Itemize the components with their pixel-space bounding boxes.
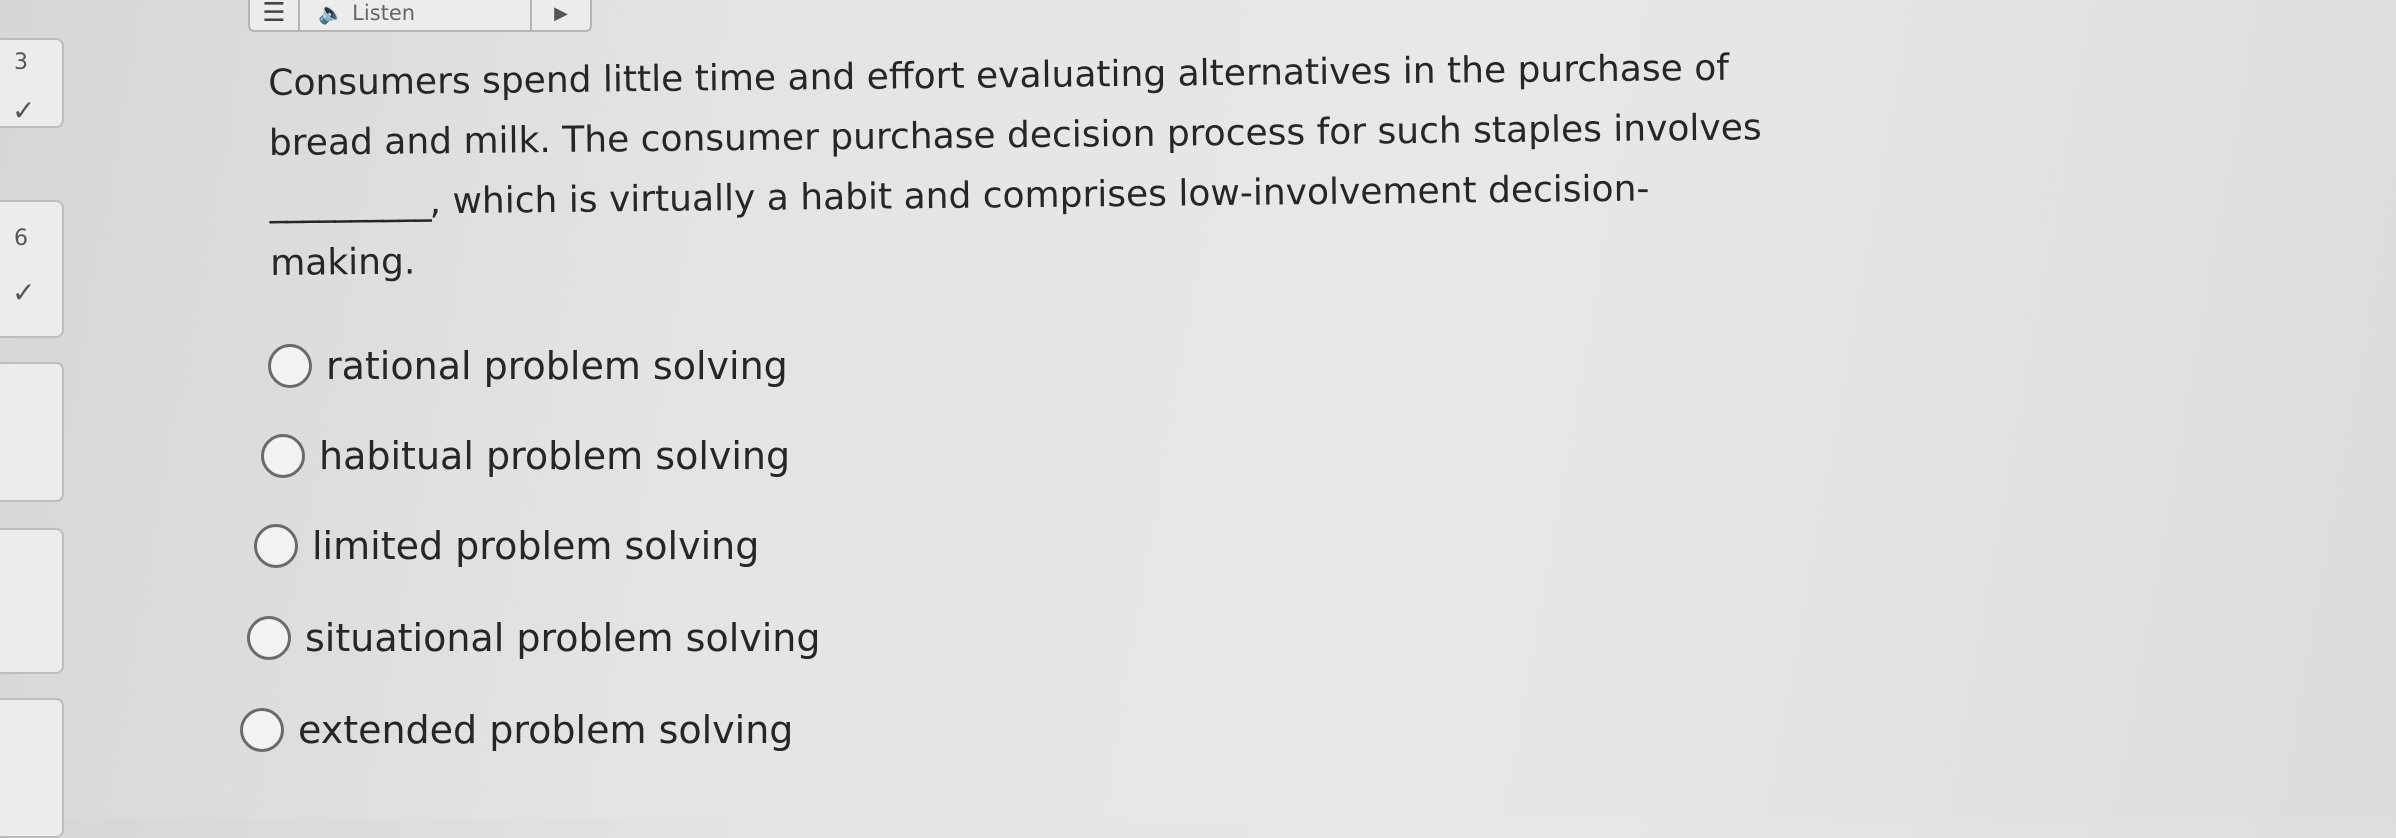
nav-item-question[interactable]: [0, 698, 64, 838]
nav-item-question[interactable]: [0, 528, 64, 674]
radio-button[interactable]: [254, 524, 298, 568]
radio-button[interactable]: [268, 344, 312, 388]
option-label: situational problem solving: [305, 616, 821, 660]
option-limited-problem-solving[interactable]: limited problem solving: [254, 524, 759, 568]
option-label: rational problem solving: [326, 344, 788, 388]
checkmark-icon: ✓: [12, 94, 36, 127]
nav-item-question[interactable]: [0, 362, 64, 502]
reader-toolbar: ☰ 🔈 Listen ▶: [248, 0, 592, 32]
radio-button[interactable]: [240, 708, 284, 752]
option-label: limited problem solving: [312, 524, 760, 568]
option-extended-problem-solving[interactable]: extended problem solving: [240, 708, 793, 752]
radio-button[interactable]: [247, 616, 291, 660]
option-label: habitual problem solving: [319, 434, 791, 478]
option-rational-problem-solving[interactable]: rational problem solving: [268, 344, 788, 388]
hamburger-icon[interactable]: ☰: [250, 0, 300, 30]
nav-item-question-6[interactable]: 6 ✓: [0, 200, 64, 338]
option-situational-problem-solving[interactable]: situational problem solving: [247, 616, 821, 660]
nav-item-number: 6: [14, 226, 28, 251]
option-label: extended problem solving: [298, 708, 794, 752]
listen-label: Listen: [352, 1, 416, 25]
option-habitual-problem-solving[interactable]: habitual problem solving: [261, 434, 790, 478]
question-text: Consumers spend little time and effort e…: [268, 37, 1940, 294]
radio-button[interactable]: [261, 434, 305, 478]
question-line-rest: , which is virtually a habit and compris…: [429, 168, 1650, 223]
listen-button[interactable]: 🔈 Listen: [300, 0, 532, 30]
speaker-icon: 🔈: [318, 0, 345, 25]
checkmark-icon: ✓: [12, 276, 36, 309]
nav-item-question-3[interactable]: 3 ✓: [0, 38, 64, 128]
answer-blank: __________: [269, 181, 430, 224]
nav-item-number: 3: [14, 50, 28, 75]
play-icon[interactable]: ▶: [532, 0, 590, 30]
